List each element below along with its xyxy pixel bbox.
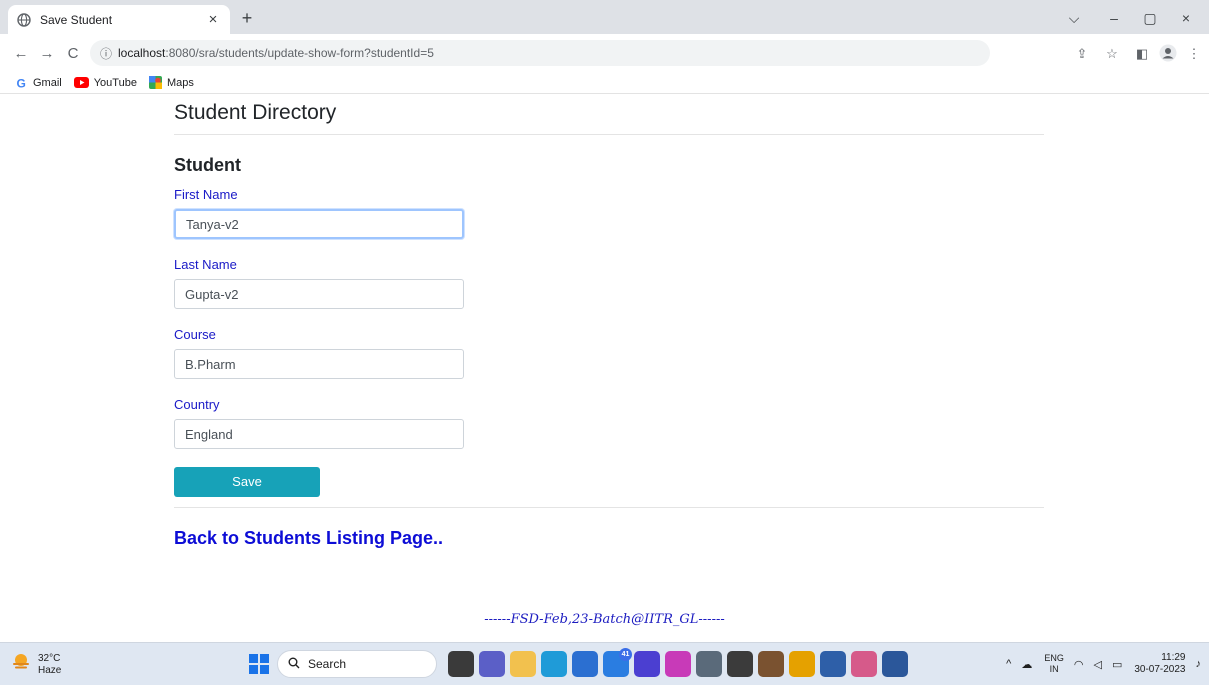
divider [174, 134, 1044, 135]
tab-search-icon[interactable]: ⌵ [1060, 8, 1088, 28]
course-label: Course [174, 327, 216, 342]
clock-date: 30-07-2023 [1134, 664, 1186, 675]
reload-icon[interactable]: C [62, 43, 84, 65]
language-indicator[interactable]: ENG IN [1044, 653, 1064, 675]
course-input[interactable] [174, 349, 464, 379]
tab-close-icon[interactable]: × [204, 11, 222, 29]
page-title: Student Directory [174, 101, 337, 124]
forward-arrow-icon[interactable]: → [36, 43, 58, 65]
clock-app-icon[interactable] [696, 651, 722, 677]
course-group: Course [174, 327, 1044, 379]
menu-kebab-icon[interactable]: ⋮ [1184, 44, 1204, 64]
bookmark-maps[interactable]: Maps [148, 76, 194, 89]
weather-temp: 32°C [38, 652, 61, 664]
app-icon[interactable] [727, 651, 753, 677]
onedrive-icon[interactable]: ☁ [1021, 658, 1032, 671]
page-content: Student Directory Student First Name Las… [0, 94, 1209, 642]
browser-tabstrip: Save Student × + ⌵ – ▢ × [0, 0, 1209, 34]
task-view-icon[interactable] [448, 651, 474, 677]
share-icon[interactable]: ⇪ [1072, 44, 1092, 64]
mail-badge: 41 [619, 648, 632, 661]
first-name-input[interactable] [174, 209, 464, 239]
last-name-input[interactable] [174, 279, 464, 309]
country-group: Country [174, 397, 1044, 449]
student-form: First Name Last Name Course Country Save [174, 187, 1044, 497]
chevron-up-icon[interactable]: ^ [1006, 658, 1011, 670]
first-name-label: First Name [174, 187, 238, 202]
chat-icon[interactable] [479, 651, 505, 677]
save-button[interactable]: Save [174, 467, 320, 497]
weather-widget[interactable]: 32°C Haze [10, 651, 61, 678]
word-icon[interactable] [882, 651, 908, 677]
last-name-group: Last Name [174, 257, 1044, 309]
first-name-group: First Name [174, 187, 1044, 239]
browser-tab[interactable]: Save Student × [8, 5, 230, 34]
bookmark-star-icon[interactable]: ☆ [1102, 44, 1122, 64]
snipping-tool-icon[interactable] [851, 651, 877, 677]
wifi-icon[interactable]: ◠ [1074, 658, 1084, 671]
search-icon [288, 657, 300, 672]
bookmark-label: Gmail [33, 76, 62, 89]
app-icon[interactable] [820, 651, 846, 677]
globe-icon [16, 12, 32, 28]
country-input[interactable] [174, 419, 464, 449]
store-icon[interactable] [572, 651, 598, 677]
section-title: Student [174, 155, 241, 175]
tab-title: Save Student [40, 12, 113, 27]
bookmark-label: YouTube [93, 76, 137, 89]
mail-icon[interactable]: 41 [603, 648, 632, 677]
new-tab-button[interactable]: + [236, 8, 258, 30]
battery-icon[interactable]: ▭ [1112, 658, 1122, 671]
country-label: Country [174, 397, 220, 412]
info-icon[interactable]: ⓘ [98, 45, 114, 62]
profile-avatar-icon[interactable] [1158, 44, 1178, 64]
taskbar-search-label: Search [308, 657, 347, 671]
weather-condition: Haze [38, 664, 62, 676]
back-to-listing-link[interactable]: Back to Students Listing Page.. [174, 526, 1044, 550]
svg-text:G: G [17, 77, 26, 89]
sun-haze-icon [10, 651, 32, 678]
system-tray: ^ ☁ ENG IN ◠ ◁ ▭ 11:29 30-07-2023 ♪ [996, 648, 1201, 680]
maps-icon [148, 76, 162, 89]
chrome-icon[interactable] [789, 651, 815, 677]
windows-start-icon[interactable] [249, 654, 269, 674]
address-bar[interactable]: ⓘ localhost:8080/sra/students/update-sho… [90, 40, 990, 66]
app-icon[interactable] [634, 651, 660, 677]
last-name-label: Last Name [174, 257, 237, 272]
bookmarks-bar: G Gmail YouTube Maps [0, 72, 1209, 94]
app-icon[interactable] [665, 651, 691, 677]
close-window-button[interactable]: × [1172, 8, 1200, 28]
side-panel-icon[interactable]: ◧ [1132, 44, 1152, 64]
form-container: Student Directory Student First Name Las… [174, 94, 1044, 550]
browser-toolbar: ← → C ⓘ localhost:8080/sra/students/upda… [0, 34, 1209, 72]
windows-taskbar: 32°C Haze Search 41 ^ ☁ ENG IN ◠ ◁ ▭ 11:… [0, 642, 1209, 685]
restore-button[interactable]: ▢ [1136, 8, 1164, 28]
file-explorer-icon[interactable] [510, 651, 536, 677]
back-arrow-icon[interactable]: ← [10, 43, 32, 65]
taskbar-clock[interactable]: 11:29 30-07-2023 [1134, 652, 1185, 676]
taskbar-search[interactable]: Search [277, 650, 437, 678]
bookmark-youtube[interactable]: YouTube [73, 76, 137, 89]
edge-icon[interactable] [541, 651, 567, 677]
minimize-button[interactable]: – [1100, 8, 1128, 28]
youtube-icon [73, 77, 89, 88]
volume-icon[interactable]: ◁ [1093, 658, 1101, 671]
clock-time: 11:29 [1161, 652, 1186, 663]
google-icon: G [16, 77, 28, 89]
divider [174, 507, 1044, 508]
bookmark-gmail[interactable]: G Gmail [16, 77, 62, 89]
app-icon[interactable] [758, 651, 784, 677]
notification-bell-icon[interactable]: ♪ [1196, 658, 1202, 670]
bookmark-label: Maps [166, 76, 194, 89]
address-url: localhost:8080/sra/students/update-show-… [118, 46, 434, 60]
taskbar-apps: 41 [448, 648, 913, 677]
page-footer: ------FSD-Feb,23-Batch@IITR_GL------ [484, 612, 725, 627]
